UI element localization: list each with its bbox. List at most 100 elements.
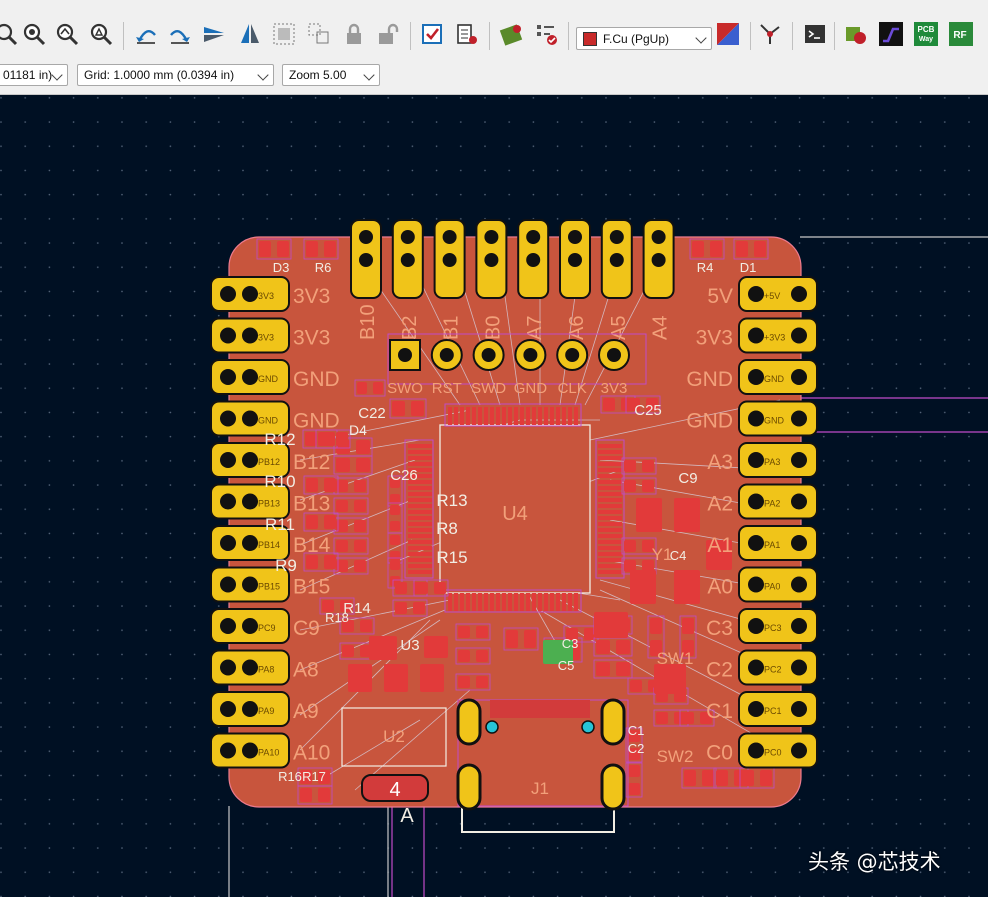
pin-name-label: B12 bbox=[293, 451, 330, 474]
svg-text:RF: RF bbox=[953, 30, 966, 41]
smd-part bbox=[420, 664, 444, 692]
smd-part bbox=[384, 664, 408, 692]
header-pad-label: GND bbox=[764, 416, 785, 426]
group-icon[interactable] bbox=[270, 20, 298, 48]
pin-name-label: A5 bbox=[608, 316, 630, 340]
footprint-assoc-icon[interactable] bbox=[842, 20, 870, 48]
reference-label: D3 bbox=[273, 260, 290, 275]
swd-pin: SWO bbox=[387, 339, 423, 397]
reference-label: R17 bbox=[302, 769, 326, 784]
mirror-horizontal-icon[interactable] bbox=[200, 20, 228, 48]
reference-label: D4 bbox=[349, 422, 367, 438]
reference-label: R10 bbox=[264, 472, 295, 491]
scripting-console-icon[interactable] bbox=[801, 20, 829, 48]
track-width-select[interactable]: 01181 in) bbox=[0, 64, 68, 86]
reference-label: C4 bbox=[670, 548, 687, 563]
smd-part bbox=[369, 636, 397, 660]
chevron-down-icon bbox=[257, 69, 269, 81]
smd-part bbox=[424, 636, 448, 658]
swd-pin-label: SWD bbox=[471, 380, 506, 397]
reference-label: C9 bbox=[678, 470, 697, 487]
header-pad-label: PA0 bbox=[764, 582, 780, 592]
pin-name-label: B13 bbox=[293, 493, 330, 516]
zoom-in-icon[interactable] bbox=[20, 20, 48, 48]
options-toolbar: 01181 in) Grid: 1.0000 mm (0.0394 in) Zo… bbox=[0, 58, 988, 95]
reference-label: C1 bbox=[628, 723, 645, 738]
pin-name-label: 3V3 bbox=[293, 285, 330, 308]
main-toolbar: F.Cu (PgUp) PCB Way RF bbox=[0, 0, 988, 58]
pin-name-label: A3 bbox=[707, 451, 733, 474]
rf-tools-icon[interactable]: RF bbox=[947, 20, 975, 48]
smd-part bbox=[674, 570, 700, 604]
checklist-icon[interactable] bbox=[533, 20, 561, 48]
chevron-down-icon bbox=[363, 69, 375, 81]
header-pad-label: PA2 bbox=[764, 499, 780, 509]
reference-label: J1 bbox=[531, 779, 549, 798]
grid-select[interactable]: Grid: 1.0000 mm (0.0394 in) bbox=[77, 64, 274, 86]
header-pad-label: +5V bbox=[764, 291, 780, 301]
connector-letter: A bbox=[400, 805, 414, 827]
netlist-icon[interactable] bbox=[453, 20, 481, 48]
header-pad-label: PB15 bbox=[258, 582, 280, 592]
rotate-ccw-icon[interactable] bbox=[132, 20, 160, 48]
pin-name-label: A7 bbox=[524, 316, 546, 340]
pin-name-label: C0 bbox=[706, 742, 733, 765]
header-pad-label: PB14 bbox=[258, 540, 280, 550]
pin-name-label: C2 bbox=[706, 659, 733, 682]
pcbway-icon[interactable]: PCB Way bbox=[912, 20, 940, 48]
zoom-selection-icon[interactable] bbox=[87, 20, 115, 48]
reference-label: R8 bbox=[436, 519, 458, 538]
pin-name-label: B15 bbox=[293, 576, 330, 599]
zoom-select[interactable]: Zoom 5.00 bbox=[282, 64, 380, 86]
layer-select[interactable]: F.Cu (PgUp) bbox=[576, 27, 712, 50]
pin-name-label: B10 bbox=[357, 304, 379, 340]
drc-icon[interactable] bbox=[418, 20, 446, 48]
pin-name-label: A6 bbox=[566, 316, 588, 340]
reference-label: U4 bbox=[502, 503, 528, 525]
lock-icon[interactable] bbox=[340, 20, 368, 48]
pin-name-label: C1 bbox=[706, 700, 733, 723]
zoom-out-icon[interactable] bbox=[53, 20, 81, 48]
reference-label: R16 bbox=[278, 769, 302, 784]
reference-label: R4 bbox=[697, 260, 714, 275]
pin-name-label: GND bbox=[293, 368, 340, 391]
interactive-router-icon[interactable] bbox=[877, 20, 905, 48]
header-pad-label: PA1 bbox=[764, 540, 780, 550]
pin-name-label: A0 bbox=[707, 576, 733, 599]
swd-pin-label: RST bbox=[432, 380, 462, 397]
smd-part bbox=[630, 570, 656, 604]
header-pad-label: +3V3 bbox=[764, 333, 785, 343]
reference-label: R15 bbox=[436, 548, 467, 567]
header-pad-label: PA8 bbox=[258, 665, 274, 675]
header-pad-label: GND bbox=[258, 374, 279, 384]
pin-name-label: A4 bbox=[650, 316, 672, 340]
pin-name-label: A9 bbox=[293, 700, 319, 723]
svg-text:PCB: PCB bbox=[918, 25, 935, 34]
reference-label: R6 bbox=[315, 260, 332, 275]
unlock-icon[interactable] bbox=[374, 20, 402, 48]
pcb-canvas[interactable]: 3V3 3V3 3V3 3V3 GND GND GND GND PB12 B12 PB13 B13 PB… bbox=[0, 95, 988, 897]
rotate-cw-icon[interactable] bbox=[166, 20, 194, 48]
ratsnest-icon[interactable] bbox=[756, 20, 784, 48]
header-pad-label: PA9 bbox=[258, 706, 274, 716]
smd-part bbox=[654, 664, 686, 694]
chevron-down-icon bbox=[51, 69, 63, 81]
zoom-fit-icon[interactable] bbox=[0, 20, 20, 48]
header-pad-label: GND bbox=[764, 374, 785, 384]
pin-name-label: C9 bbox=[293, 617, 320, 640]
layer-pair-icon[interactable] bbox=[714, 20, 742, 48]
track-width-value: 01181 in) bbox=[3, 68, 53, 82]
footprint-editor-icon[interactable] bbox=[498, 20, 526, 48]
swd-pin-label: SWO bbox=[387, 380, 423, 397]
layer-select-value: F.Cu (PgUp) bbox=[603, 31, 670, 46]
reference-label: SW2 bbox=[657, 747, 694, 766]
pin-name-label: A8 bbox=[293, 659, 319, 682]
mirror-vertical-icon[interactable] bbox=[236, 20, 264, 48]
reference-label: SW1 bbox=[657, 649, 694, 668]
pin-name-label: GND bbox=[686, 368, 733, 391]
watermark: 头条 @芯技术 bbox=[808, 850, 941, 874]
svg-text:Way: Way bbox=[919, 36, 933, 43]
ungroup-icon[interactable] bbox=[305, 20, 333, 48]
header-pad-label: PC1 bbox=[764, 706, 782, 716]
pin-name-label: C3 bbox=[706, 617, 733, 640]
